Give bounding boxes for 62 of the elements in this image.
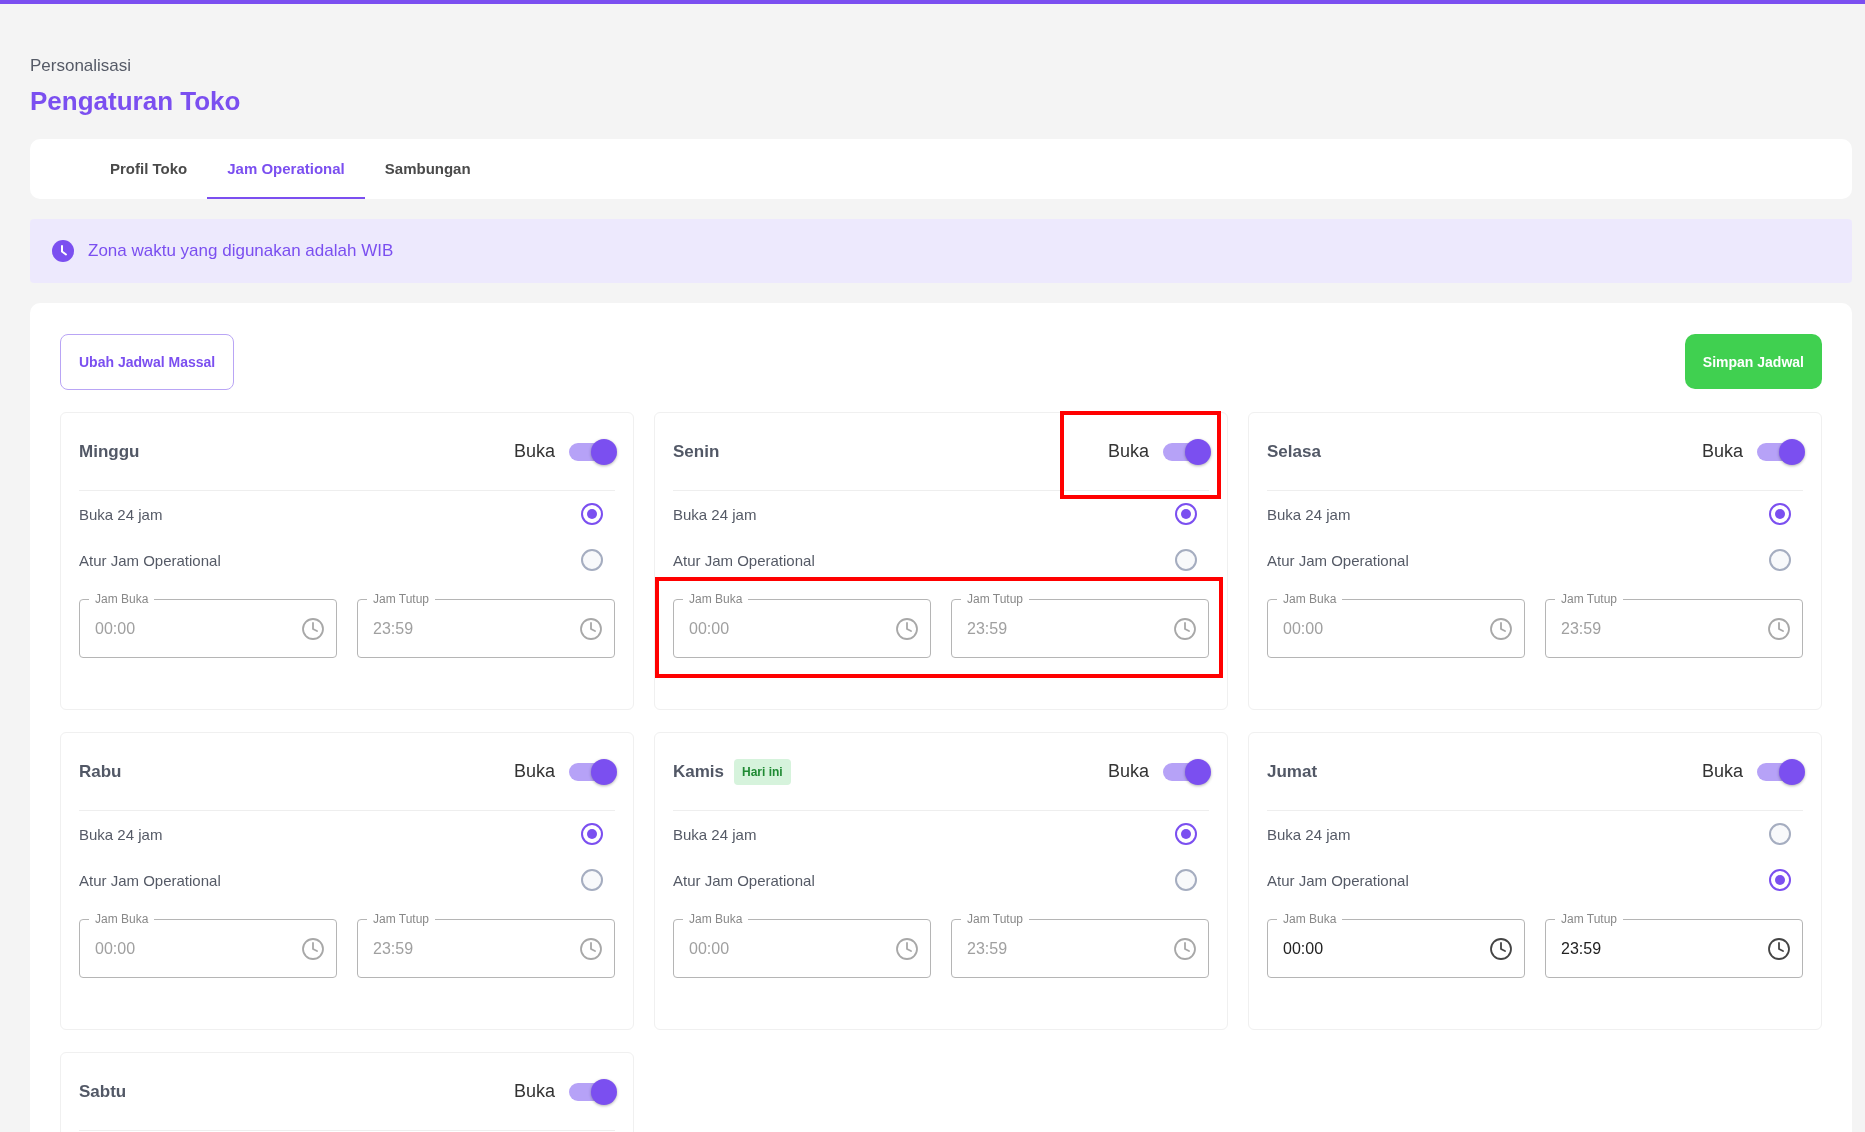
option-label: Atur Jam Operational <box>79 871 221 889</box>
time-field[interactable]: Jam Buka 00:00 <box>1267 910 1525 978</box>
option-label: Atur Jam Operational <box>1267 551 1409 569</box>
radio-button[interactable] <box>1175 503 1197 525</box>
breadcrumb: Personalisasi <box>30 56 133 76</box>
toggle-label: Buka <box>1701 761 1743 782</box>
page-title: Pengaturan Toko <box>30 86 242 117</box>
toggle-label: Buka <box>513 761 555 782</box>
clock-icon <box>1767 936 1791 961</box>
tab[interactable]: Jam Operational <box>207 139 365 199</box>
clock-icon <box>52 240 74 262</box>
clock-icon <box>579 936 603 961</box>
option-label: Buka 24 jam <box>673 505 757 523</box>
clock-icon <box>1489 616 1513 641</box>
time-field[interactable]: Jam Tutup 23:59 <box>1545 910 1803 978</box>
radio-button[interactable] <box>1769 549 1791 571</box>
save-button[interactable]: Simpan Jadwal <box>1684 334 1822 389</box>
toggle-label: Buka <box>1701 441 1743 462</box>
option-label: Buka 24 jam <box>1267 505 1351 523</box>
radio-button[interactable] <box>1175 823 1197 845</box>
day-name: Senin <box>673 441 720 462</box>
option-label: Atur Jam Operational <box>673 871 815 889</box>
option-label: Atur Jam Operational <box>673 551 815 569</box>
toggle-label: Buka <box>1107 441 1149 462</box>
option-label: Buka 24 jam <box>79 505 163 523</box>
clock-icon <box>301 616 325 641</box>
option-label: Buka 24 jam <box>79 825 163 843</box>
banner-text: Zona waktu yang digunakan adalah WIB <box>88 241 394 261</box>
day-name: Minggu <box>79 441 140 462</box>
radio-button[interactable] <box>1769 869 1791 891</box>
tab[interactable]: Profil Toko <box>90 139 208 199</box>
clock-icon <box>579 616 603 641</box>
radio-button[interactable] <box>581 503 603 525</box>
clock-icon <box>301 936 325 961</box>
radio-button[interactable] <box>1175 869 1197 891</box>
clock-icon <box>1489 936 1513 961</box>
tab[interactable]: Sambungan <box>364 139 491 199</box>
radio-button[interactable] <box>581 869 603 891</box>
clock-icon <box>895 936 919 961</box>
clock-icon <box>1173 936 1197 961</box>
clock-icon <box>1173 616 1197 641</box>
radio-button[interactable] <box>1769 823 1791 845</box>
day-name: Kamis <box>673 761 725 782</box>
day-name: Sabtu <box>79 1081 127 1102</box>
radio-button[interactable] <box>1769 503 1791 525</box>
clock-icon <box>1767 616 1791 641</box>
today-badge: Hari ini <box>734 758 791 785</box>
option-label: Atur Jam Operational <box>79 551 221 569</box>
option-label: Buka 24 jam <box>1267 825 1351 843</box>
bulk-edit-button[interactable]: Ubah Jadwal Massal <box>60 334 235 390</box>
radio-button[interactable] <box>581 549 603 571</box>
day-name: Selasa <box>1267 441 1321 462</box>
option-label: Buka 24 jam <box>673 825 757 843</box>
day-name: Rabu <box>79 761 122 782</box>
radio-button[interactable] <box>1175 549 1197 571</box>
day-name: Jumat <box>1267 761 1318 782</box>
toggle-label: Buka <box>1107 761 1149 782</box>
toggle-label: Buka <box>513 441 555 462</box>
toggle-label: Buka <box>513 1081 555 1102</box>
radio-button[interactable] <box>581 823 603 845</box>
option-label: Atur Jam Operational <box>1267 871 1409 889</box>
clock-icon <box>895 616 919 641</box>
